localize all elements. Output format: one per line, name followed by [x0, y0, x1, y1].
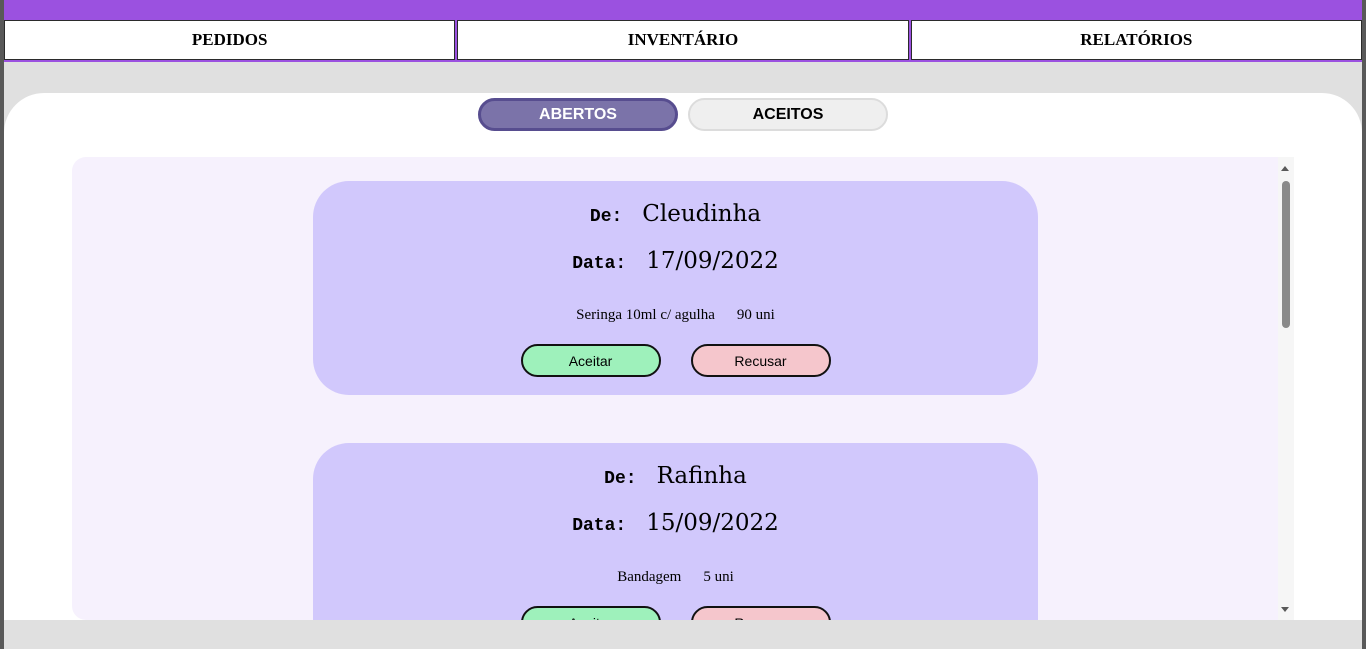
order-item-row: Seringa 10ml c/ agulha 90 uni	[313, 307, 1038, 324]
list-scrollbar[interactable]	[1278, 157, 1294, 620]
top-accent-bar	[4, 0, 1362, 21]
order-item-name: Bandagem	[617, 569, 682, 585]
nav-relatorios[interactable]: RELATÓRIOS	[910, 20, 1362, 60]
order-date: 17/09/2022	[646, 248, 779, 274]
scroll-up-arrow-icon[interactable]	[1281, 166, 1289, 171]
order-from-row: De: Cleudinha	[313, 201, 1038, 227]
from-label: De:	[589, 207, 623, 227]
bottom-bar	[4, 620, 1362, 649]
tab-abertos[interactable]: ABERTOS	[478, 98, 678, 131]
order-card: De: Rafinha Data: 15/09/2022 Bandagem 5 …	[313, 443, 1038, 620]
order-item-name: Seringa 10ml c/ agulha	[576, 307, 715, 323]
main-nav: PEDIDOS INVENTÁRIO RELATÓRIOS	[4, 20, 1362, 62]
accept-button[interactable]: Aceitar	[520, 606, 661, 620]
accept-button[interactable]: Aceitar	[520, 344, 661, 377]
nav-pedidos[interactable]: PEDIDOS	[4, 20, 456, 60]
orders-panel: ABERTOS ACEITOS De: Cleudinha Data: 17/0…	[4, 93, 1362, 620]
tab-aceitos[interactable]: ACEITOS	[688, 98, 888, 131]
order-item-qty: 5 uni	[703, 569, 734, 585]
date-label: Data:	[572, 516, 627, 536]
app-frame: PEDIDOS INVENTÁRIO RELATÓRIOS ABERTOS AC…	[4, 0, 1362, 649]
order-date-row: Data: 15/09/2022	[313, 510, 1038, 536]
order-item-row: Bandagem 5 uni	[313, 569, 1038, 586]
status-tabs: ABERTOS ACEITOS	[478, 98, 888, 131]
order-from-row: De: Rafinha	[313, 463, 1038, 489]
order-item-qty: 90 uni	[736, 307, 775, 323]
reject-button[interactable]: Recusar	[690, 344, 831, 377]
reject-button[interactable]: Recusar	[690, 606, 831, 620]
order-from: Rafinha	[656, 463, 747, 489]
order-date-row: Data: 17/09/2022	[313, 248, 1038, 274]
order-card: De: Cleudinha Data: 17/09/2022 Seringa 1…	[313, 181, 1038, 395]
order-actions: Aceitar Recusar	[313, 344, 1038, 377]
scroll-thumb[interactable]	[1282, 181, 1290, 328]
scroll-down-arrow-icon[interactable]	[1281, 607, 1289, 612]
orders-list[interactable]: De: Cleudinha Data: 17/09/2022 Seringa 1…	[72, 157, 1278, 620]
nav-inventario[interactable]: INVENTÁRIO	[457, 20, 909, 60]
order-from: Cleudinha	[642, 201, 762, 227]
from-label: De:	[604, 469, 637, 489]
date-label: Data:	[572, 254, 627, 274]
order-date: 15/09/2022	[646, 510, 779, 536]
order-actions: Aceitar Recusar	[313, 606, 1038, 620]
